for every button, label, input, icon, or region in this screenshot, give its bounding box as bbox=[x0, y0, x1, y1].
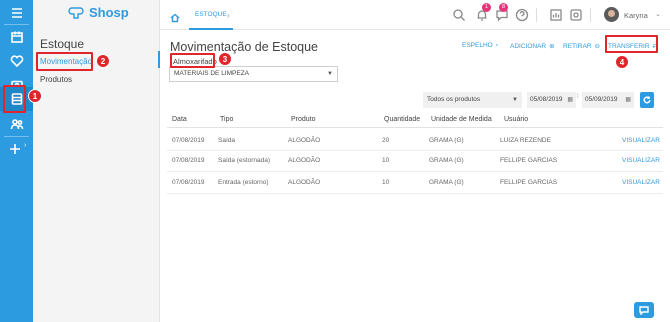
espelho-button[interactable]: ESPELHO ▫ bbox=[462, 42, 498, 49]
notifications-badge: 1 bbox=[482, 3, 491, 12]
logo-icon bbox=[68, 6, 84, 19]
date-range-separator: ⁞ bbox=[577, 94, 579, 100]
row-divider bbox=[167, 193, 663, 194]
table-header-divider bbox=[167, 127, 663, 128]
cell-quantidade: 10 bbox=[382, 157, 390, 164]
dropdown-caret-icon: ▼ bbox=[512, 97, 518, 103]
cell-tipo: Saída bbox=[218, 137, 235, 144]
adicionar-label: ADICIONAR bbox=[510, 42, 547, 50]
people-icon[interactable] bbox=[0, 112, 33, 136]
active-indicator bbox=[158, 51, 160, 68]
date-to-input[interactable]: 05/09/2019 ▦ bbox=[582, 92, 634, 108]
callout-box-4 bbox=[605, 35, 658, 53]
user-name[interactable]: Karyna bbox=[624, 11, 648, 20]
document-icon: ▫ bbox=[495, 42, 499, 49]
refresh-button[interactable] bbox=[640, 92, 654, 108]
cell-usuario: FELLIPE GARCIAS bbox=[500, 157, 558, 164]
cell-unidade: GRAMA (G) bbox=[429, 137, 464, 144]
date-to-value: 05/09/2019 bbox=[585, 96, 618, 103]
callout-box-3 bbox=[170, 53, 215, 68]
date-from-input[interactable]: 05/08/2019 ▦ bbox=[527, 92, 576, 108]
callout-box-2 bbox=[36, 52, 93, 71]
messages-badge: 8 bbox=[499, 3, 508, 12]
cell-data: 07/08/2019 bbox=[172, 179, 205, 186]
col-header-usuario[interactable]: Usuário bbox=[504, 116, 528, 123]
product-filter-select[interactable]: Todos os produtos ▼ bbox=[423, 92, 522, 108]
cell-usuario: FELLIPE GARCIAS bbox=[500, 179, 558, 186]
home-icon[interactable] bbox=[170, 10, 180, 23]
retirar-button[interactable]: RETIRAR ⊖ bbox=[563, 42, 600, 51]
visualizar-link[interactable]: VISUALIZAR bbox=[622, 157, 660, 164]
search-icon[interactable] bbox=[452, 8, 466, 22]
calendar-small-icon: ▦ bbox=[567, 97, 573, 103]
top-bar: ESTOQUE › 1 8 Karyna ⌄ bbox=[160, 0, 670, 30]
settings-icon[interactable] bbox=[569, 8, 583, 22]
cell-data: 07/08/2019 bbox=[172, 137, 205, 144]
refresh-icon bbox=[643, 96, 651, 104]
menu-icon[interactable] bbox=[0, 1, 33, 25]
user-menu-chevron-icon[interactable]: ⌄ bbox=[655, 10, 661, 18]
reports-icon[interactable] bbox=[549, 8, 563, 22]
espelho-label: ESPELHO bbox=[462, 42, 493, 49]
visualizar-link[interactable]: VISUALIZAR bbox=[622, 137, 660, 144]
adicionar-button[interactable]: ADICIONAR ⊕ bbox=[510, 42, 555, 51]
callout-number-4: 4 bbox=[615, 55, 629, 69]
add-icon[interactable] bbox=[4, 137, 26, 161]
cell-tipo: Entrada (estorno) bbox=[218, 179, 269, 186]
page-title: Movimentação de Estoque bbox=[170, 40, 319, 54]
retirar-label: RETIRAR bbox=[563, 42, 592, 50]
col-header-unidade[interactable]: Unidade de Medida bbox=[431, 116, 492, 123]
date-from-value: 05/08/2019 bbox=[530, 96, 563, 103]
plus-circle-icon: ⊕ bbox=[549, 43, 555, 50]
avatar[interactable] bbox=[604, 7, 619, 22]
cell-data: 07/08/2019 bbox=[172, 157, 205, 164]
callout-number-1: 1 bbox=[28, 89, 42, 103]
col-header-tipo[interactable]: Tipo bbox=[220, 116, 233, 123]
icon-rail: › bbox=[0, 0, 33, 322]
cell-unidade: GRAMA (G) bbox=[429, 179, 464, 186]
section-title: Estoque bbox=[40, 37, 85, 51]
cell-produto: ALGODÃO bbox=[288, 179, 321, 186]
minus-circle-icon: ⊖ bbox=[594, 43, 600, 50]
col-header-quantidade[interactable]: Quantidade bbox=[384, 116, 420, 123]
subnav-item-produtos[interactable]: Produtos bbox=[40, 75, 72, 84]
help-icon[interactable] bbox=[515, 8, 529, 22]
dropdown-caret-icon: ▼ bbox=[327, 71, 333, 77]
row-divider bbox=[167, 171, 663, 172]
heart-icon[interactable] bbox=[0, 49, 33, 73]
cell-produto: ALGODÃO bbox=[288, 157, 321, 164]
speech-bubble-icon bbox=[639, 305, 649, 315]
almoxarifado-select[interactable]: MATERIAIS DE LIMPEZA ▼ bbox=[169, 66, 338, 82]
col-header-data[interactable]: Data bbox=[172, 116, 187, 123]
cell-unidade: GRAMA (G) bbox=[429, 157, 464, 164]
cell-usuario: LUIZA REZENDE bbox=[500, 137, 551, 144]
callout-box-1 bbox=[3, 85, 26, 113]
chat-launcher-button[interactable] bbox=[634, 302, 654, 318]
expand-chevron-icon[interactable]: › bbox=[24, 142, 26, 149]
brand-logo[interactable]: Shosp bbox=[68, 5, 129, 20]
visualizar-link[interactable]: VISUALIZAR bbox=[622, 179, 660, 186]
app-window: › Shosp Estoque Movimentação Produtos ES… bbox=[0, 0, 670, 322]
cell-quantidade: 10 bbox=[382, 179, 390, 186]
almoxarifado-value: MATERIAIS DE LIMPEZA bbox=[174, 70, 250, 77]
calendar-icon[interactable] bbox=[0, 25, 33, 49]
section-sidebar: Shosp Estoque Movimentação Produtos bbox=[33, 0, 160, 322]
cell-quantidade: 20 bbox=[382, 137, 390, 144]
calendar-small-icon: ▦ bbox=[625, 97, 631, 103]
col-header-produto[interactable]: Produto bbox=[291, 116, 316, 123]
cell-produto: ALGODÃO bbox=[288, 137, 321, 144]
tab-chevron-icon: › bbox=[227, 11, 230, 20]
row-divider bbox=[167, 150, 663, 151]
callout-number-2: 2 bbox=[96, 54, 110, 68]
callout-number-3: 3 bbox=[218, 52, 232, 66]
brand-name: Shosp bbox=[89, 5, 129, 20]
cell-tipo: Saída (estornada) bbox=[218, 157, 271, 164]
product-filter-value: Todos os produtos bbox=[427, 96, 481, 103]
